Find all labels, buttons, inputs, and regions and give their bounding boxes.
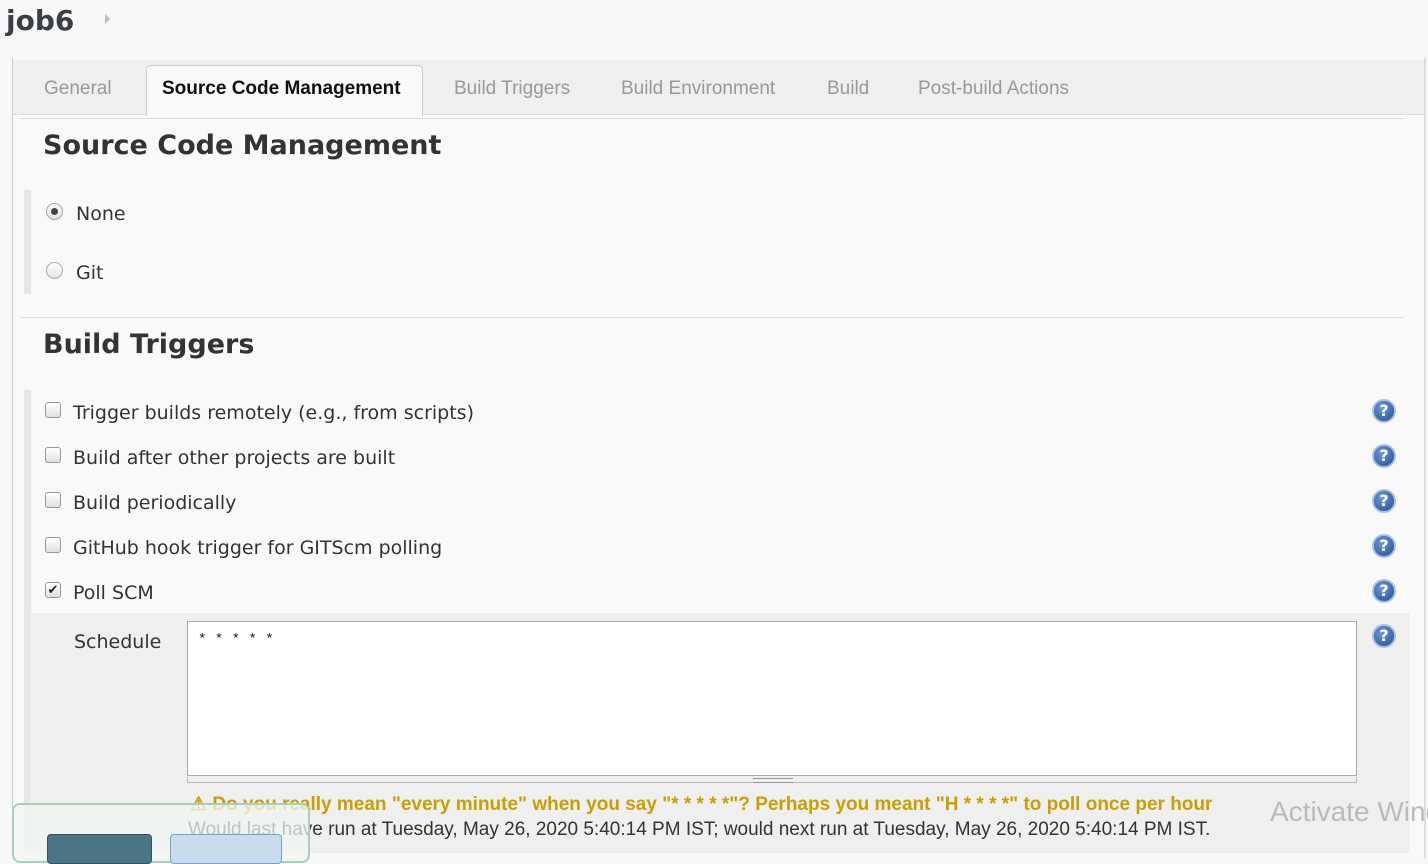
help-icon[interactable]: ? [1372,579,1396,603]
build-periodically-label[interactable]: Build periodically [73,492,236,514]
breadcrumb-arrow-icon[interactable] [105,14,110,24]
scm-none-radio[interactable] [46,203,63,220]
section-bar [24,190,31,294]
github-hook-label[interactable]: GitHub hook trigger for GITScm polling [73,537,442,559]
schedule-info: Would last have run at Tuesday, May 26, … [188,819,1211,840]
help-icon[interactable]: ? [1372,624,1396,648]
build-triggers-section-title: Build Triggers [43,329,255,360]
build-periodically-checkbox[interactable] [45,492,61,508]
warning-text: Do you really mean "every minute" when y… [212,794,1213,815]
divider [20,317,1404,318]
divider [20,118,1404,119]
scm-none-label[interactable]: None [76,203,126,225]
github-hook-checkbox[interactable] [45,537,61,553]
tab-build[interactable]: Build [827,78,869,100]
scm-section-title: Source Code Management [43,130,442,161]
poll-scm-checkbox[interactable]: ✔ [45,582,61,598]
schedule-textarea[interactable] [187,621,1357,776]
schedule-label: Schedule [74,631,162,653]
trigger-remotely-label[interactable]: Trigger builds remotely (e.g., from scri… [73,402,474,424]
save-button[interactable] [47,834,152,864]
textarea-resize-handle[interactable] [187,777,1357,783]
tab-source-code-management[interactable]: Source Code Management [146,65,423,116]
scm-git-radio[interactable] [46,262,63,279]
help-icon[interactable]: ? [1372,399,1396,423]
activate-windows-watermark: Activate Windows [1270,796,1428,827]
tab-general[interactable]: General [44,78,112,100]
help-icon[interactable]: ? [1372,444,1396,468]
tab-build-triggers[interactable]: Build Triggers [454,78,570,100]
apply-button[interactable] [170,834,282,864]
scm-git-label[interactable]: Git [76,262,103,284]
help-icon[interactable]: ? [1372,534,1396,558]
trigger-remotely-checkbox[interactable] [45,402,61,418]
top-bar [0,0,1428,58]
poll-scm-label[interactable]: Poll SCM [73,582,154,604]
help-icon[interactable]: ? [1372,489,1396,513]
schedule-warning: ⚠ Do you really mean "every minute" when… [190,793,1212,816]
tab-build-environment[interactable]: Build Environment [621,78,775,100]
build-after-other-label[interactable]: Build after other projects are built [73,447,395,469]
build-after-other-checkbox[interactable] [45,447,61,463]
tab-post-build-actions[interactable]: Post-build Actions [918,78,1069,100]
job-name-breadcrumb[interactable]: job6 [6,4,74,37]
